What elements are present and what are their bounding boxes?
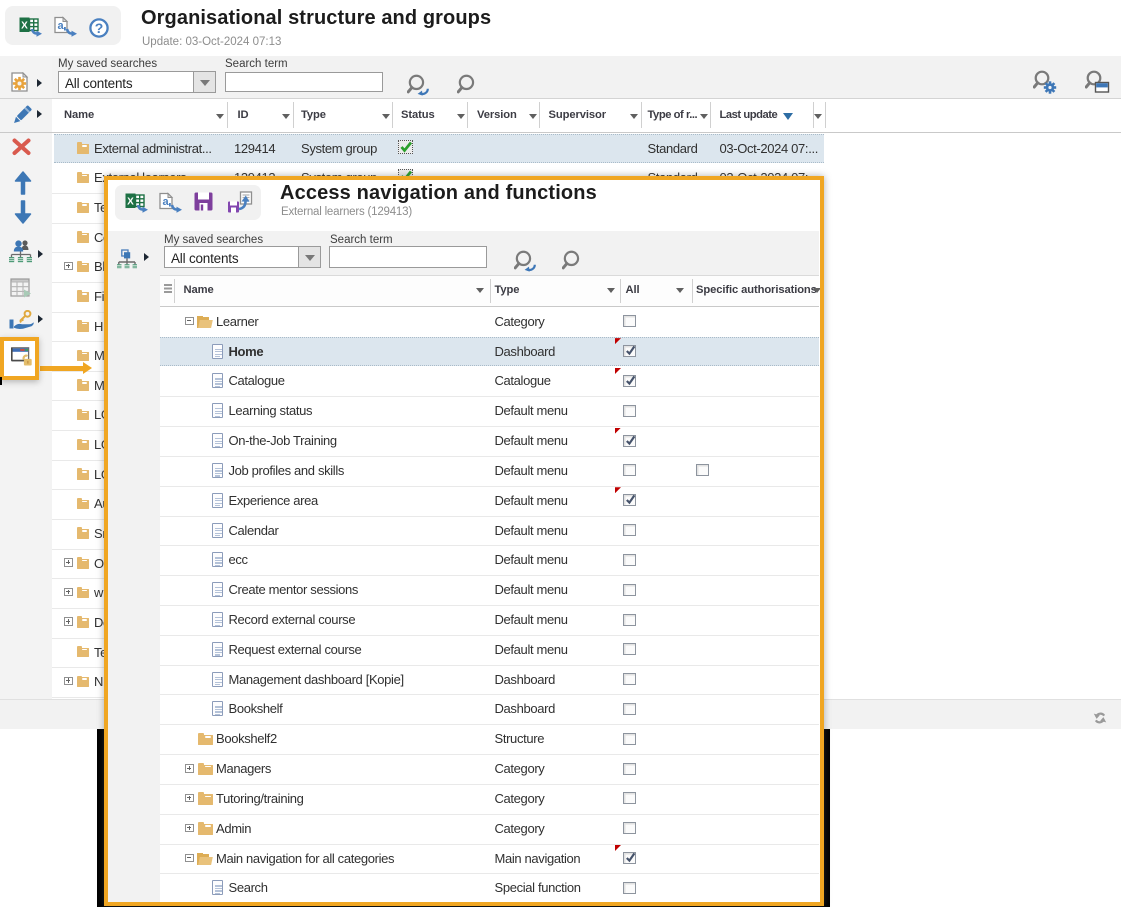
- svg-text:a: a: [57, 20, 64, 32]
- svg-text:?: ?: [95, 20, 104, 36]
- svg-text:X: X: [21, 21, 28, 32]
- svg-text:a: a: [162, 196, 169, 208]
- svg-text:X: X: [127, 196, 134, 207]
